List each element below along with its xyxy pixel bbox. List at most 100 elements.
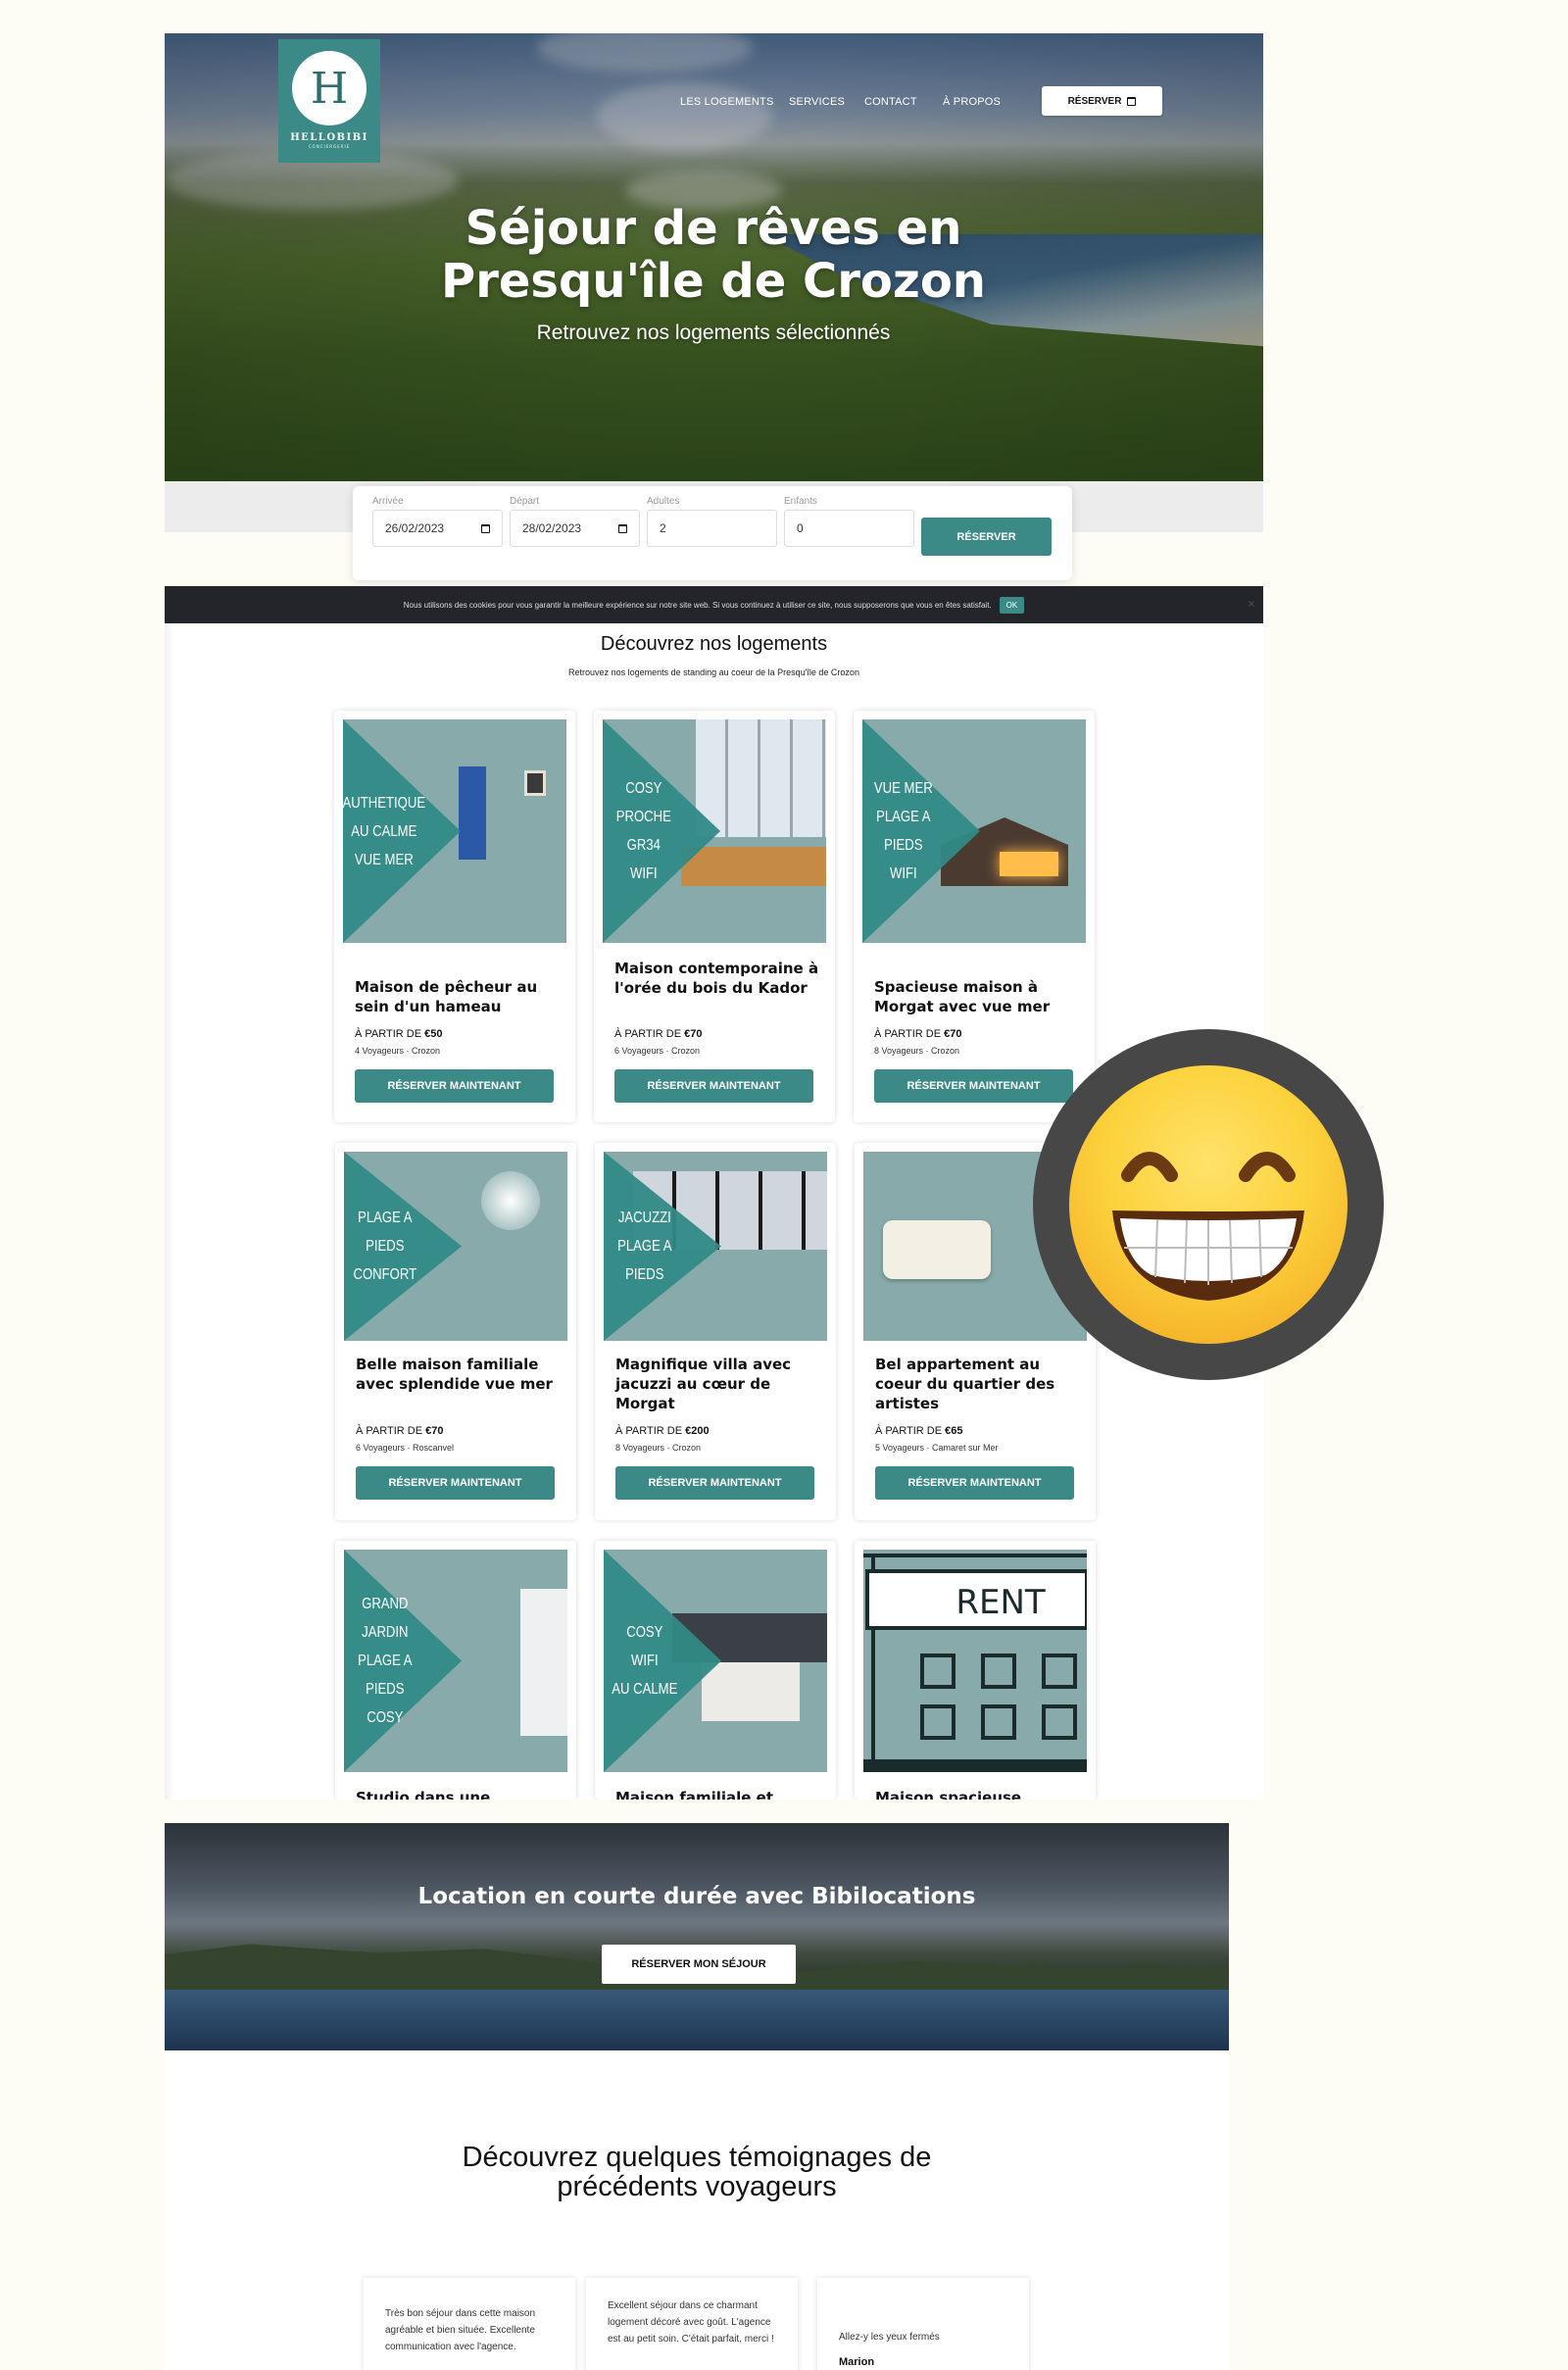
listing-price: À PARTIR DE €200: [615, 1425, 710, 1437]
testimonial-text: Très bon séjour dans cette maison agréab…: [385, 2308, 536, 2352]
testimonials-title-line1: Découvrez quelques témoignages de: [462, 2142, 932, 2173]
listings-subtitle: Retrouvez nos logements de standing au c…: [568, 667, 859, 677]
cookie-ok-button[interactable]: OK: [999, 596, 1025, 614]
listing-card[interactable]: GRAND JARDIN PLAGE A PIEDS COSY Studio dan…: [335, 1541, 576, 1800]
testimonial-text: Excellent séjour dans ce charmant logeme…: [608, 2300, 774, 2345]
nav-item-a-propos[interactable]: À PROPOS: [943, 96, 1001, 108]
adults-label: Adultes: [647, 496, 680, 507]
hero-title-line2: Presqu'île de Crozon: [441, 254, 986, 309]
cookie-close-icon[interactable]: ×: [1248, 599, 1255, 610]
rent-building-icon: RENT: [863, 1554, 1087, 1772]
testimonial-text: Allez-y les yeux fermés: [839, 2332, 940, 2343]
testimonial-author: Marion: [839, 2356, 875, 2368]
listing-name[interactable]: Maison de pêcheur au sein d'un hameau: [355, 977, 561, 1016]
listing-name[interactable]: Studio dans une: [356, 1788, 562, 1800]
arrival-label: Arrivée: [372, 496, 404, 507]
logo-name: HELLOBIBI: [290, 132, 368, 143]
listing-name[interactable]: Bel appartement au coeur du quartier des…: [875, 1355, 1081, 1413]
hero-title-line1: Séjour de rêves en: [465, 201, 962, 256]
book-now-button[interactable]: RÉSERVER MAINTENANT: [875, 1466, 1074, 1500]
listing-tags: JACUZZI PLAGE A PIEDS: [617, 1210, 672, 1283]
listing-card[interactable]: PLAGE A PIEDS CONFORT Belle maison famili…: [335, 1143, 576, 1520]
nav-item-contact[interactable]: CONTACT: [864, 96, 917, 108]
logo-initial: H: [292, 51, 367, 125]
listing-photo[interactable]: COSY WIFI AU CALME: [604, 1550, 827, 1772]
testimonials-title-line2: précédents voyageurs: [557, 2171, 837, 2202]
calendar-icon: [1127, 96, 1137, 106]
testimonial-card: Allez-y les yeux fermés Marion: [817, 2278, 1029, 2370]
calendar-icon: [618, 523, 627, 533]
listing-name[interactable]: Maison familiale et: [615, 1788, 821, 1800]
children-value: 0: [797, 521, 804, 535]
children-field: Enfants 0: [784, 496, 914, 547]
departure-value: 28/02/2023: [522, 521, 582, 535]
banner-title: Location en courte durée avec Bibilocati…: [417, 1884, 976, 1909]
listing-price: À PARTIR DE €65: [875, 1425, 963, 1437]
adults-field: Adultes 2: [647, 496, 777, 547]
children-label: Enfants: [784, 496, 817, 507]
arrival-value: 26/02/2023: [385, 521, 445, 535]
arrival-input[interactable]: 26/02/2023: [372, 510, 503, 547]
logo[interactable]: H HELLOBIBI CONCIERGERIE: [278, 39, 380, 163]
arrival-field: Arrivée 26/02/2023: [372, 496, 503, 547]
nav-item-services[interactable]: SERVICES: [789, 96, 845, 108]
cookie-bar: Nous utilisons des cookies pour vous gar…: [165, 586, 1263, 623]
listing-card[interactable]: VUE MER PLAGE A PIEDS WIFI Spacieuse maiso…: [854, 711, 1095, 1122]
book-now-button[interactable]: RÉSERVER MAINTENANT: [874, 1069, 1073, 1103]
book-now-button[interactable]: RÉSERVER MAINTENANT: [615, 1466, 814, 1500]
rent-placeholder-image[interactable]: RENT: [863, 1550, 1087, 1772]
section-divider: [165, 1800, 1263, 1823]
listing-tags: VUE MER PLAGE A PIEDS WIFI: [873, 780, 933, 882]
grinning-emoji-icon: [1033, 1029, 1384, 1380]
departure-input[interactable]: 28/02/2023: [510, 510, 640, 547]
listing-meta: 6 Voyageurs · Crozon: [614, 1046, 701, 1056]
listing-photo[interactable]: AUTHETIQUE AU CALME VUE MER: [343, 719, 566, 943]
listing-name[interactable]: Maison spacieuse: [875, 1788, 1081, 1800]
listing-card[interactable]: AUTHETIQUE AU CALME VUE MER Maison de pêch…: [334, 711, 575, 1122]
book-now-button[interactable]: RÉSERVER MAINTENANT: [614, 1069, 813, 1103]
listing-card[interactable]: RENT Maison spacieuse: [855, 1541, 1096, 1800]
hero-subtitle: Retrouvez nos logements sélectionnés: [536, 321, 891, 344]
listing-meta: 5 Voyageurs · Camaret sur Mer: [875, 1443, 999, 1453]
listings-title: Découvrez nos logements: [600, 633, 828, 655]
logo-tagline: CONCIERGERIE: [308, 144, 351, 149]
listing-photo[interactable]: JACUZZI PLAGE A PIEDS: [604, 1152, 827, 1341]
adults-input[interactable]: 2: [647, 510, 777, 547]
booking-submit-button[interactable]: RÉSERVER: [921, 518, 1052, 556]
listing-meta: 8 Voyageurs · Crozon: [874, 1046, 960, 1056]
listing-card[interactable]: COSY WIFI AU CALME Maison familiale et: [595, 1541, 836, 1800]
listing-price: À PARTIR DE €70: [614, 1028, 703, 1040]
listing-card[interactable]: JACUZZI PLAGE A PIEDS Magnifique villa av…: [595, 1143, 836, 1520]
cta-banner: [165, 1823, 1229, 2050]
listing-price: À PARTIR DE €50: [355, 1028, 443, 1040]
book-now-button[interactable]: RÉSERVER MAINTENANT: [356, 1466, 555, 1500]
listing-price: À PARTIR DE €70: [356, 1425, 444, 1437]
listing-card[interactable]: COSY PROCHE GR34 WIFI Maison contemporaine…: [594, 711, 835, 1122]
listing-tags: AUTHETIQUE AU CALME VUE MER: [343, 794, 426, 868]
testimonials-title: Découvrez quelques témoignages de précéd…: [165, 2143, 1229, 2201]
departure-field: Départ 28/02/2023: [510, 496, 640, 547]
rent-text: RENT: [956, 1583, 1046, 1622]
book-stay-button[interactable]: RÉSERVER MON SÉJOUR: [602, 1945, 796, 1984]
listing-photo[interactable]: COSY PROCHE GR34 WIFI: [603, 719, 826, 943]
listing-tags: PLAGE A PIEDS CONFORT: [353, 1210, 417, 1283]
children-input[interactable]: 0: [784, 510, 914, 547]
listing-price: À PARTIR DE €70: [874, 1028, 962, 1040]
listing-meta: 4 Voyageurs · Crozon: [355, 1046, 441, 1056]
listing-name[interactable]: Spacieuse maison à Morgat avec vue mer: [874, 977, 1080, 1016]
cookie-text: Nous utilisons des cookies pour vous gar…: [403, 600, 992, 610]
reserve-header-button[interactable]: RÉSERVER: [1042, 86, 1162, 116]
listing-name[interactable]: Belle maison familiale avec splendide vu…: [356, 1355, 562, 1394]
testimonial-card: Très bon séjour dans cette maison agréab…: [364, 2278, 575, 2370]
listing-photo[interactable]: GRAND JARDIN PLAGE A PIEDS COSY: [344, 1550, 567, 1772]
book-now-button[interactable]: RÉSERVER MAINTENANT: [355, 1069, 554, 1103]
reserve-header-label: RÉSERVER: [1067, 95, 1122, 107]
listing-photo[interactable]: PLAGE A PIEDS CONFORT: [344, 1152, 567, 1341]
listing-photo[interactable]: VUE MER PLAGE A PIEDS WIFI: [862, 719, 1086, 943]
listing-name[interactable]: Maison contemporaine à l'orée du bois du…: [614, 959, 820, 998]
listing-tags: COSY PROCHE GR34 WIFI: [615, 780, 671, 882]
listing-name[interactable]: Magnifique villa avec jacuzzi au cœur de…: [615, 1355, 821, 1413]
testimonial-card: Excellent séjour dans ce charmant logeme…: [586, 2278, 798, 2370]
nav-item-logements[interactable]: LES LOGEMENTS: [680, 96, 774, 108]
listing-tags: GRAND JARDIN PLAGE A PIEDS COSY: [358, 1596, 413, 1726]
